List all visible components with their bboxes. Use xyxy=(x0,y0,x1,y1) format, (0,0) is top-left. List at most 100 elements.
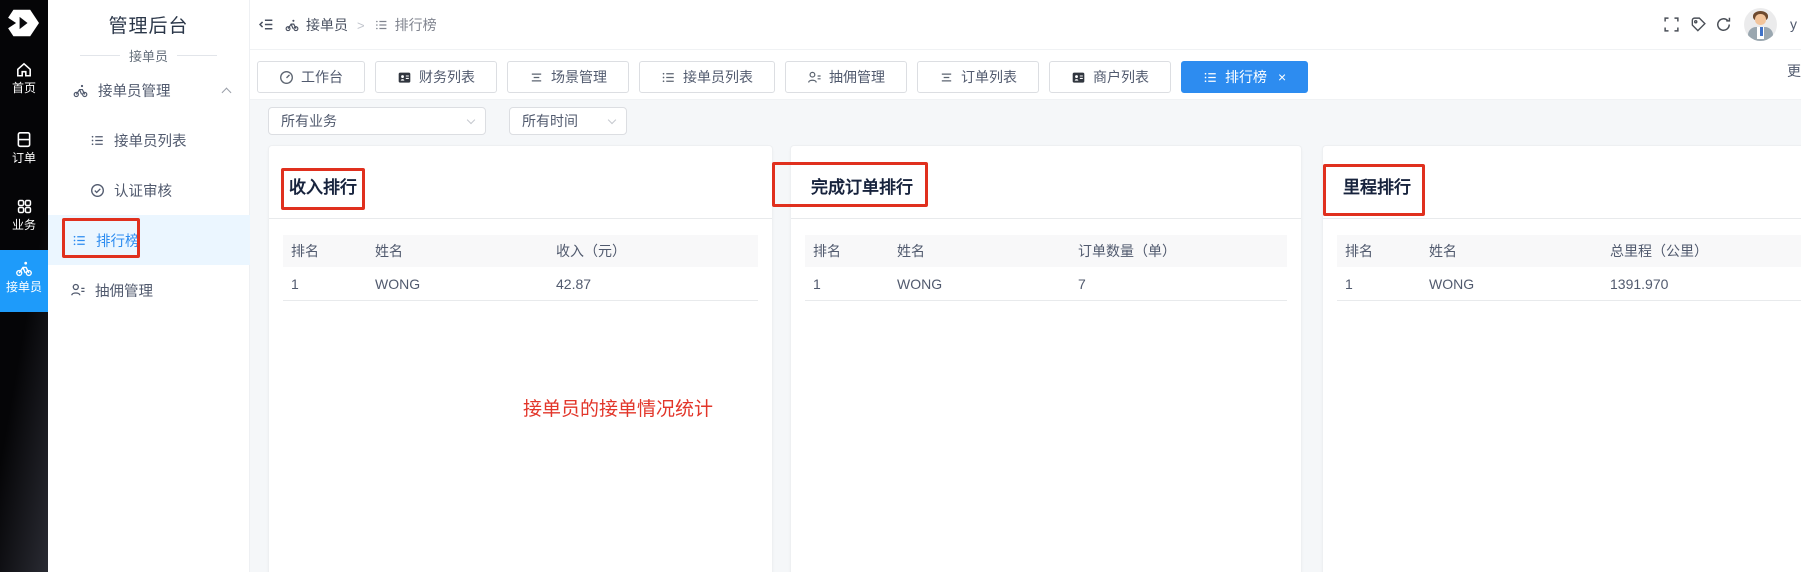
rider-icon xyxy=(72,83,89,98)
card-title: 里程排行 xyxy=(1323,146,1801,219)
lines-icon xyxy=(939,70,954,85)
sidebar-item-courier-management[interactable]: 接单员管理 xyxy=(48,65,250,115)
sidebar-item-label: 排行榜 xyxy=(96,230,140,251)
annotation-note-text: 接单员的接单情况统计 xyxy=(523,394,713,421)
income-ranking-card: 收入排行 排名 姓名 收入（元） 1 WONG 42.87 xyxy=(268,145,773,572)
tab-label: 接单员列表 xyxy=(683,67,753,87)
tab-scene-management[interactable]: 场景管理 xyxy=(507,61,629,93)
chevron-down-icon xyxy=(467,116,475,124)
tab-label: 工作台 xyxy=(301,67,343,87)
open-tabs-bar: 工作台 财务列表 场景管理 接单员列表 xyxy=(250,50,1801,100)
tab-ranking-active[interactable]: 排行榜 × xyxy=(1181,61,1308,93)
person-icon xyxy=(807,70,822,85)
tab-merchant-list[interactable]: 商户列表 xyxy=(1049,61,1171,93)
app-logo-icon[interactable] xyxy=(6,8,42,38)
breadcrumb-item-ranking: 排行榜 xyxy=(374,15,437,35)
tab-finance-list[interactable]: 财务列表 xyxy=(375,61,497,93)
tab-label: 场景管理 xyxy=(551,67,607,87)
orders-ranking-card: 完成订单排行 排名 姓名 订单数量（单） 1 WONG 7 xyxy=(790,145,1302,572)
tab-commission-management[interactable]: 抽佣管理 xyxy=(785,61,907,93)
sidebar-item-certification-review[interactable]: 认证审核 xyxy=(48,165,250,215)
card-icon xyxy=(1071,70,1086,85)
rail-item-orders[interactable]: 订单 xyxy=(0,130,48,166)
cell-value: 1391.970 xyxy=(1602,276,1801,292)
table-row: 1 WONG 1391.970 xyxy=(1337,267,1801,301)
sidebar-item-label: 认证审核 xyxy=(114,180,172,201)
gauge-icon xyxy=(279,70,294,85)
cell-rank: 1 xyxy=(1337,276,1421,292)
sidebar-item-commission-management[interactable]: 抽佣管理 xyxy=(48,265,250,315)
rail-item-home[interactable]: 首页 xyxy=(0,60,48,96)
breadcrumb: 接单员 > 排行榜 xyxy=(284,0,437,50)
tab-order-list[interactable]: 订单列表 xyxy=(917,61,1039,93)
table-header-row: 排名 姓名 总里程（公里） xyxy=(1337,235,1801,267)
card-title: 收入排行 xyxy=(269,146,772,219)
person-icon xyxy=(70,282,86,298)
column-header: 排名 xyxy=(805,241,889,261)
tab-courier-list[interactable]: 接单员列表 xyxy=(639,61,775,93)
chevron-up-icon xyxy=(222,88,232,98)
breadcrumb-label: 排行榜 xyxy=(395,15,437,35)
breadcrumb-separator: > xyxy=(357,18,365,33)
list-icon xyxy=(72,233,87,248)
tab-label: 财务列表 xyxy=(419,67,475,87)
lines-icon xyxy=(529,70,544,85)
username-text[interactable]: y xyxy=(1790,16,1797,32)
orders-ranking-table: 排名 姓名 订单数量（单） 1 WONG 7 xyxy=(805,235,1287,301)
column-header: 排名 xyxy=(1337,241,1421,261)
sidebar-item-label: 抽佣管理 xyxy=(95,280,153,301)
avatar-face xyxy=(1755,14,1766,25)
business-filter-select[interactable]: 所有业务 xyxy=(268,107,486,135)
tab-label: 订单列表 xyxy=(961,67,1017,87)
sidebar-item-ranking-active[interactable]: 排行榜 xyxy=(48,215,250,265)
tab-label: 排行榜 xyxy=(1225,67,1267,87)
column-header: 订单数量（单） xyxy=(1070,241,1287,261)
list-icon xyxy=(661,70,676,85)
rail-item-label: 订单 xyxy=(0,151,48,166)
column-header: 总里程（公里） xyxy=(1602,241,1801,261)
rail-item-couriers-active[interactable]: 接单员 xyxy=(0,250,48,312)
breadcrumb-item-couriers[interactable]: 接单员 xyxy=(284,15,348,35)
tabs-overflow-text[interactable]: 更 xyxy=(1787,61,1801,81)
order-icon xyxy=(15,130,33,148)
refresh-icon[interactable] xyxy=(1715,16,1732,33)
apps-icon xyxy=(16,198,33,215)
breadcrumb-label: 接单员 xyxy=(306,15,348,35)
time-filter-select[interactable]: 所有时间 xyxy=(509,107,627,135)
sidebar-section-label: 接单员 xyxy=(48,46,249,65)
table-header-row: 排名 姓名 订单数量（单） xyxy=(805,235,1287,267)
rider-icon xyxy=(14,260,34,277)
column-header: 姓名 xyxy=(1421,241,1602,261)
sidebar-item-label: 接单员列表 xyxy=(114,130,187,151)
theme-tag-icon[interactable] xyxy=(1690,16,1707,33)
list-icon xyxy=(90,133,105,148)
mileage-ranking-card: 里程排行 排名 姓名 总里程（公里） 1 WONG 1391.970 xyxy=(1322,145,1801,572)
list-icon xyxy=(1203,70,1218,85)
tab-workbench[interactable]: 工作台 xyxy=(257,61,365,93)
tab-label: 商户列表 xyxy=(1093,67,1149,87)
rail-item-label: 接单员 xyxy=(0,280,48,295)
user-avatar[interactable] xyxy=(1744,8,1777,41)
rider-icon xyxy=(284,18,300,32)
column-header: 排名 xyxy=(283,241,367,261)
table-row: 1 WONG 42.87 xyxy=(283,267,758,301)
cell-value: 7 xyxy=(1070,276,1287,292)
tab-label: 抽佣管理 xyxy=(829,67,885,87)
fullscreen-icon[interactable] xyxy=(1663,16,1680,33)
cell-rank: 1 xyxy=(283,276,367,292)
cell-name: WONG xyxy=(889,276,1070,292)
list-icon xyxy=(374,18,389,32)
select-value: 所有时间 xyxy=(522,111,578,131)
close-icon[interactable]: × xyxy=(1278,70,1286,84)
app-window: 首页 订单 业务 接单员 管理后台 接单员 xyxy=(0,0,1801,572)
chevron-down-icon xyxy=(608,116,616,124)
avatar-tie xyxy=(1760,27,1763,36)
table-header-row: 排名 姓名 收入（元） xyxy=(283,235,758,267)
column-header: 收入（元） xyxy=(548,241,758,261)
rail-item-business[interactable]: 业务 xyxy=(0,198,48,233)
column-header: 姓名 xyxy=(367,241,548,261)
sidebar-item-courier-list[interactable]: 接单员列表 xyxy=(48,115,250,165)
top-header: 接单员 > 排行榜 xyxy=(250,0,1801,50)
menu-fold-icon[interactable] xyxy=(258,16,275,33)
rail-item-label: 业务 xyxy=(0,218,48,233)
